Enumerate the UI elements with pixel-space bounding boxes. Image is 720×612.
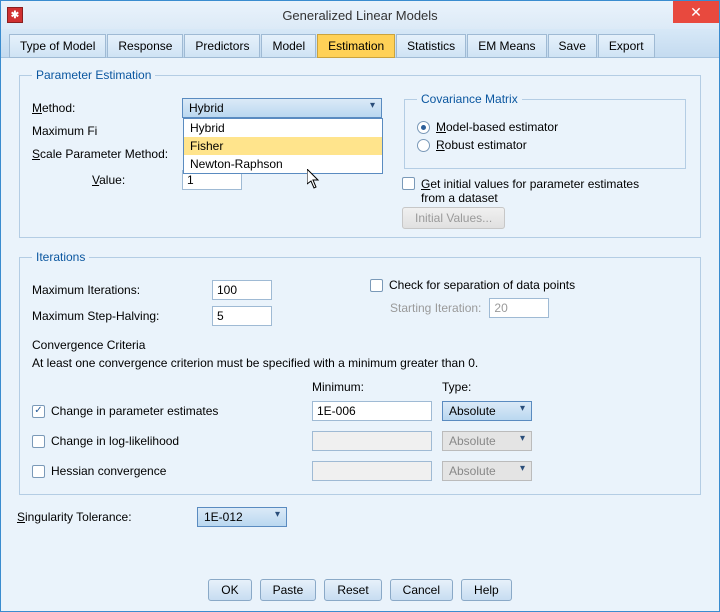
max-iterations-input[interactable]	[212, 280, 272, 300]
tab-type-of-model[interactable]: Type of Model	[9, 34, 106, 58]
titlebar: ✱ Generalized Linear Models ✕	[1, 1, 719, 29]
tab-export[interactable]: Export	[598, 34, 655, 58]
check-separation-label: Check for separation of data points	[389, 278, 575, 292]
method-option-hybrid[interactable]: Hybrid	[184, 119, 382, 137]
max-fisher-label: Maximum Fi	[32, 124, 182, 138]
singularity-value: 1E-012	[204, 510, 243, 524]
initial-values-button: Initial Values...	[402, 207, 505, 229]
tab-bar: Type of ModelResponsePredictorsModelEsti…	[1, 29, 719, 58]
method-dropdown[interactable]: HybridFisherNewton-Raphson	[183, 118, 383, 174]
covariance-legend: Covariance Matrix	[417, 92, 522, 106]
cov-robust-label: Robust estimator	[436, 138, 527, 152]
convergence-note: At least one convergence criterion must …	[32, 356, 688, 370]
method-combo-value: Hybrid	[189, 101, 224, 115]
parameter-estimation-legend: Parameter Estimation	[32, 68, 155, 82]
conv-type-value-1: Absolute	[449, 434, 496, 448]
max-step-label: Maximum Step-Halving:	[32, 309, 212, 323]
cov-robust-radio[interactable]	[417, 139, 430, 152]
starting-iteration-input	[489, 298, 549, 318]
dialog-body: Parameter Estimation Method: Hybrid Hybr…	[1, 58, 719, 543]
close-button[interactable]: ✕	[673, 1, 719, 23]
paste-button[interactable]: Paste	[260, 579, 317, 601]
iterations-group: Iterations Maximum Iterations: Maximum S…	[19, 250, 701, 495]
conv-checkbox-2[interactable]	[32, 465, 45, 478]
starting-iteration-label: Starting Iteration:	[390, 301, 481, 315]
check-separation-checkbox[interactable]	[370, 279, 383, 292]
conv-min-input-0[interactable]	[312, 401, 432, 421]
col-type-header: Type:	[442, 380, 572, 394]
conv-checkbox-0[interactable]	[32, 405, 45, 418]
cov-model-label: Model-based estimator	[436, 120, 558, 134]
initial-values-checkbox[interactable]	[402, 177, 415, 190]
reset-button[interactable]: Reset	[324, 579, 381, 601]
conv-label-2: Hessian convergence	[51, 464, 166, 478]
dialog-window: ✱ Generalized Linear Models ✕ Type of Mo…	[0, 0, 720, 612]
initial-values-label: Get initial values for parameter estimat…	[421, 177, 641, 205]
conv-type-combo-2: Absolute	[442, 461, 532, 481]
method-label: Method:	[32, 101, 182, 115]
tab-em-means[interactable]: EM Means	[467, 34, 546, 58]
window-title: Generalized Linear Models	[1, 8, 719, 23]
button-bar: OK Paste Reset Cancel Help	[1, 579, 719, 601]
iterations-legend: Iterations	[32, 250, 89, 264]
singularity-label: Singularity Tolerance:	[17, 510, 197, 524]
value-label: Value:	[92, 173, 182, 187]
cov-model-radio[interactable]	[417, 121, 430, 134]
tab-model[interactable]: Model	[261, 34, 316, 58]
conv-min-input-2	[312, 461, 432, 481]
max-step-input[interactable]	[212, 306, 272, 326]
ok-button[interactable]: OK	[208, 579, 251, 601]
parameter-estimation-group: Parameter Estimation Method: Hybrid Hybr…	[19, 68, 701, 238]
conv-type-combo-0[interactable]: Absolute	[442, 401, 532, 421]
tab-estimation[interactable]: Estimation	[317, 34, 395, 58]
max-iterations-label: Maximum Iterations:	[32, 283, 212, 297]
col-min-header: Minimum:	[312, 380, 442, 394]
method-combo[interactable]: Hybrid HybridFisherNewton-Raphson	[182, 98, 382, 118]
covariance-group: Covariance Matrix Model-based estimator …	[404, 92, 686, 169]
tab-statistics[interactable]: Statistics	[396, 34, 466, 58]
conv-label-0: Change in parameter estimates	[51, 404, 218, 418]
conv-label-1: Change in log-likelihood	[51, 434, 179, 448]
cancel-button[interactable]: Cancel	[390, 579, 453, 601]
method-option-fisher[interactable]: Fisher	[184, 137, 382, 155]
conv-type-value-2: Absolute	[449, 464, 496, 478]
method-option-newton-raphson[interactable]: Newton-Raphson	[184, 155, 382, 173]
conv-checkbox-1[interactable]	[32, 435, 45, 448]
singularity-combo[interactable]: 1E-012	[197, 507, 287, 527]
tab-predictors[interactable]: Predictors	[184, 34, 260, 58]
help-button[interactable]: Help	[461, 579, 512, 601]
convergence-title: Convergence Criteria	[32, 338, 688, 352]
tab-response[interactable]: Response	[107, 34, 183, 58]
conv-type-value-0: Absolute	[449, 404, 496, 418]
tab-save[interactable]: Save	[548, 34, 597, 58]
conv-min-input-1	[312, 431, 432, 451]
conv-type-combo-1: Absolute	[442, 431, 532, 451]
